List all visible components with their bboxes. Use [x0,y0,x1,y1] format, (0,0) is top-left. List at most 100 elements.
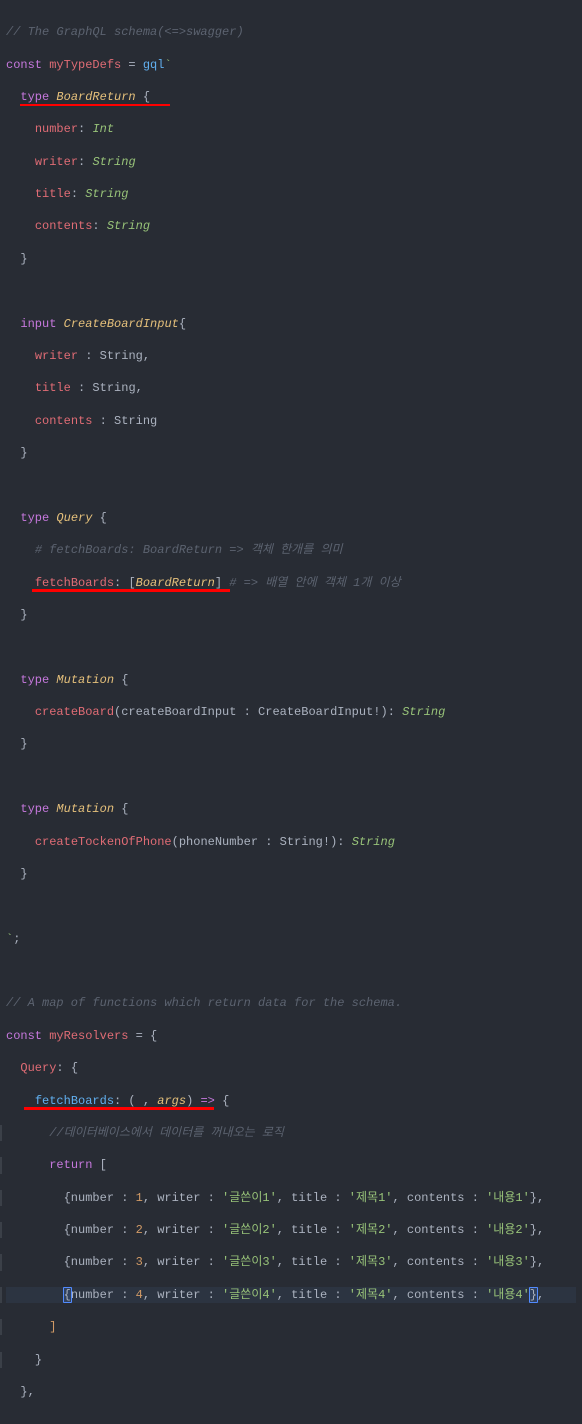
bracket: [ [92,1158,106,1172]
code-line: input CreateBoardInput{ [6,316,576,332]
change-marker [0,1125,2,1141]
bracket: ] [49,1320,56,1334]
text: , writer : [143,1288,222,1302]
brace: }, [20,1385,34,1399]
string: '글쓴이2' [222,1223,277,1237]
change-marker [0,1222,2,1238]
property: Query [20,1061,56,1075]
number: 2 [136,1223,143,1237]
brace: } [20,737,27,751]
string: '내용4' [486,1288,530,1302]
code-line: // The GraphQL schema(<=>swagger) [6,24,576,40]
comment: //데이터베이스에서 데이터를 꺼내오는 로직 [49,1126,284,1140]
field-name: title [35,187,71,201]
change-marker [0,1157,2,1173]
text: : { [56,1061,78,1075]
change-marker [0,1254,2,1270]
code-line: return [ [6,1157,576,1173]
code-line: contents : String [6,413,576,429]
field-name: createBoard [35,705,114,719]
code-line: Query: { [6,1060,576,1076]
keyword-const: const [6,58,42,72]
colon: : [78,155,92,169]
field-type: Int [92,122,114,136]
code-line: {number : 1, writer : '글쓴이1', title : '제… [6,1190,576,1206]
keyword-type: type [20,511,49,525]
text: : String, [78,349,150,363]
red-underline [24,1107,214,1110]
text: , contents : [392,1288,486,1302]
text: , title : [277,1255,349,1269]
text: , writer : [143,1191,222,1205]
backtick: ` [164,58,171,72]
code-line: number: Int [6,121,576,137]
code-line: title : String, [6,380,576,396]
colon: : [92,219,106,233]
code-line: type Mutation { [6,801,576,817]
change-marker [0,1190,2,1206]
keyword-const: const [6,1029,42,1043]
code-line: writer : String, [6,348,576,364]
keyword-type: type [20,90,49,104]
keyword-type: type [20,673,49,687]
number: 1 [136,1191,143,1205]
code-line: type BoardReturn { [6,89,576,105]
field-name: createTockenOfPhone [35,835,172,849]
blank-line [6,639,576,655]
colon: : [114,576,128,590]
keyword-type: type [20,802,49,816]
red-underline [32,589,230,592]
code-line: {number : 3, writer : '글쓴이3', title : '제… [6,1254,576,1270]
text: }, [530,1255,544,1269]
field-type: String [352,835,395,849]
code-line: //데이터베이스에서 데이터를 꺼내오는 로직 [6,1125,576,1141]
blank-line [6,898,576,914]
colon: : [337,835,351,849]
code-line: } [6,736,576,752]
text: : String [92,414,157,428]
string: '글쓴이4' [222,1288,277,1302]
backtick: ` [6,932,13,946]
text: }, [530,1191,544,1205]
code-line: } [6,251,576,267]
change-marker [0,1352,2,1368]
code-line: // A map of functions which return data … [6,995,576,1011]
code-line: {number : 2, writer : '글쓴이2', title : '제… [6,1222,576,1238]
text: = { [128,1029,157,1043]
string: '제목1' [349,1191,393,1205]
brace: } [35,1353,42,1367]
text: , title : [277,1288,349,1302]
string: '글쓴이1' [222,1191,277,1205]
brace: { [114,802,128,816]
bracket: [ [128,576,135,590]
change-marker [0,1287,2,1303]
code-line: const myTypeDefs = gql` [6,57,576,73]
var-name: myResolvers [49,1029,128,1043]
code-line: type Query { [6,510,576,526]
method-name: fetchBoards [35,1094,114,1108]
code-line: createTockenOfPhone(phoneNumber : String… [6,834,576,850]
field-name: fetchBoards [35,576,114,590]
colon: : [71,187,85,201]
string: '내용2' [486,1223,530,1237]
brace: { [215,1094,229,1108]
type-name: CreateBoardInput [64,317,179,331]
text: , contents : [392,1255,486,1269]
field-type: String [402,705,445,719]
field-type: String [85,187,128,201]
bracket: ] [215,576,222,590]
text: ) [186,1094,200,1108]
string: '내용3' [486,1255,530,1269]
field-name: title [35,381,71,395]
blank-line [6,477,576,493]
field-name: number [35,122,78,136]
type-name: Query [56,511,92,525]
text: , contents : [392,1191,486,1205]
keyword-return: return [49,1158,92,1172]
brace: } [20,867,27,881]
code-line: `; [6,931,576,947]
text: {number : [64,1223,136,1237]
text: {number : [64,1255,136,1269]
comment: // A map of functions which return data … [6,996,402,1010]
colon: : [78,122,92,136]
